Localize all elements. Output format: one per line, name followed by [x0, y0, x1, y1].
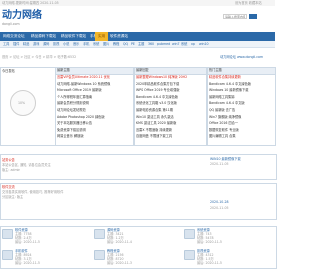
panel-1-item[interactable]: 最新电影资源合集 第11期	[136, 108, 204, 113]
forum-last: 最后: 2020-11-5	[15, 240, 40, 244]
tag-8[interactable]: 手机	[83, 42, 89, 46]
tag-3[interactable]: 游戏	[33, 42, 39, 46]
panel-latest-title: 最新主题	[57, 68, 70, 72]
site-logo-sub: dongli.com	[2, 22, 20, 26]
section-announce-title[interactable]: 站务公告	[2, 158, 15, 162]
forum-last: 最后: 2020-11-4	[107, 240, 132, 244]
nav-item-source[interactable]: 精品源码下载站	[31, 32, 56, 41]
panel-0-item[interactable]: Microsoft Office 2019 最新版	[57, 88, 131, 93]
nav-item-active[interactable]: 实用	[95, 32, 109, 41]
panel-2-item[interactable]: 精品软件合集持续更新	[209, 75, 273, 80]
section-announce-sub: 版主: admin	[2, 168, 21, 172]
top-bar-right[interactable]: 设为首页 收藏本站	[235, 1, 275, 5]
section-announce-right-sub: 2020-11-05	[210, 162, 229, 166]
site-logo[interactable]: 动力网络	[2, 10, 42, 22]
section-software-desc: 交流各类实用软件, 使用技巧, 推荐好用软件	[2, 190, 64, 194]
panel-2-item[interactable]: Bandicam 4.6.4 中文版	[209, 101, 273, 106]
panel-1-item[interactable]: 2020年精品软件合集打包下载	[136, 82, 204, 87]
tag-0[interactable]: 工具	[3, 42, 9, 46]
panel-0-item[interactable]: 迅雷VIP会员Ultimate 2020.11 优化	[57, 75, 131, 80]
breadcrumb-right[interactable]: 动力网论坛 www.dongli.com	[220, 55, 275, 59]
panel-2-item[interactable]: QQ 最新版 去广告	[209, 108, 273, 113]
section-software	[0, 183, 277, 220]
tag-17[interactable]: win7	[172, 42, 180, 46]
section-software-right[interactable]: 2020-10-28	[210, 200, 229, 204]
panel-1-item[interactable]: Bandicam 4.6.4 中文绿色版	[136, 95, 204, 100]
panel-2-item[interactable]: Office 2016 四合一	[209, 121, 273, 126]
search-button[interactable]	[249, 14, 257, 28]
tag-9[interactable]: 系统	[93, 42, 99, 46]
search-icon	[251, 24, 255, 28]
forum-last: 最后: 2020-11-5	[197, 240, 222, 244]
section-announce-right[interactable]: WIN10 最新镜像下载	[210, 157, 270, 161]
panel-reply-title: 最新回复	[136, 68, 149, 72]
tag-1[interactable]: 插件	[13, 42, 19, 46]
nav-item-forum[interactable]: 网络交流论坛	[3, 32, 25, 41]
forum-icon[interactable]	[184, 250, 195, 260]
tag-7[interactable]: 音乐	[73, 42, 79, 46]
tag-14[interactable]: 主题	[138, 42, 144, 46]
tag-15[interactable]: 360	[148, 42, 154, 46]
panel-0-item[interactable]: 最新会员积分规则说明	[57, 101, 131, 106]
panel-1-item[interactable]: 最新整理Windows10 纯净版 20H2	[136, 75, 204, 80]
stats-pct: 10%	[18, 101, 26, 105]
tag-12[interactable]: QQ	[123, 42, 128, 46]
panel-1-item[interactable]: KMS 激活工具 2020 最新版	[136, 121, 204, 126]
nav-item-software[interactable]: 精品软件下载站	[61, 32, 86, 41]
panel-2-item[interactable]: Win7 旗舰版 纯净镜像	[209, 115, 273, 120]
tag-13[interactable]: PE	[131, 42, 135, 46]
tag-18[interactable]: 系统	[181, 42, 187, 46]
tag-11[interactable]: 教程	[113, 42, 119, 46]
forum-icon[interactable]	[2, 250, 13, 260]
panel-2-item[interactable]: 图片编辑工具 合集	[209, 134, 273, 139]
tag-4[interactable]: 源码	[43, 42, 49, 46]
panel-0-item[interactable]: 个人所得税年度汇算指南	[57, 95, 131, 100]
breadcrumb[interactable]: 首页 > 论坛 > 社区 > 今日 > 精华 > 帖子数:6532	[2, 55, 122, 59]
forum-icon[interactable]	[94, 229, 105, 239]
panel-1-item[interactable]: 系统优化工具箱 v3.0 汉化版	[136, 101, 204, 106]
tag-5[interactable]: 影视	[53, 42, 59, 46]
forum-last: 最后: 2020-11-3	[107, 261, 132, 265]
tag-2[interactable]: 精品	[23, 42, 29, 46]
panel-1-item[interactable]: 迅雷X 不限速版 持续更新	[136, 128, 204, 133]
tag-19[interactable]: xp	[191, 42, 195, 46]
panel-hot-title: 热门主题	[209, 68, 222, 72]
tag-10[interactable]: 图片	[103, 42, 109, 46]
section-announce-desc: 本站公告区, 通知, 请各位会员关注	[2, 163, 51, 167]
tag-20[interactable]: win10	[199, 42, 209, 46]
section-software-title[interactable]: 软件交流	[2, 185, 15, 189]
panel-2-item[interactable]: Bandicam 4.6.4 中文绿色版	[209, 82, 273, 87]
panel-2-item[interactable]: 数据恢复软件 专业版	[209, 128, 273, 133]
nav-item-resources[interactable]: 软件资源站	[110, 32, 128, 41]
forum-icon[interactable]	[2, 229, 13, 239]
panel-0-item[interactable]: 免费资源下载区说明	[57, 128, 131, 133]
panel-0-item[interactable]: 关于本站服务器迁移公告	[57, 121, 131, 126]
tag-6[interactable]: 小说	[63, 42, 69, 46]
panel-0-item[interactable]: 网易云音乐 解锁版	[57, 134, 131, 139]
section-software-sub: 分区版主: 版主	[2, 195, 24, 199]
panel-1-item[interactable]: 百度网盘 不限速下载工具	[136, 134, 204, 139]
top-bar-left: 动力网络.更新时间:星期四 2020-11-05	[2, 1, 59, 5]
panel-2-item[interactable]: Windows 10 最新镜像下载	[209, 88, 273, 93]
forum-icon[interactable]	[94, 250, 105, 260]
forum-icon[interactable]	[184, 229, 195, 239]
tag-16[interactable]: pubmed	[157, 42, 170, 46]
panel-2-item[interactable]: 最新网络工具集锦	[209, 95, 273, 100]
search-input[interactable]	[223, 14, 247, 19]
forum-last: 最后: 2020-11-5	[197, 261, 222, 265]
panel-1-item[interactable]: Win10 激活工具 永久激活	[136, 115, 204, 120]
stats-label: 今日发帖	[2, 69, 15, 73]
panel-0-item[interactable]: 动力网论坛发帖规范	[57, 108, 131, 113]
panel-0-item[interactable]: Adobe Photoshop 2020 绿色版	[57, 115, 131, 120]
forum-last: 最后: 2020-11-5	[15, 261, 40, 265]
section-software-right-sub: 2020-11-05	[210, 206, 229, 210]
panel-0-item[interactable]: 动力网络-最新Windows 10 系统镜像	[57, 82, 131, 87]
panel-1-item[interactable]: WPS Office 2019 专业增强版	[136, 88, 204, 93]
